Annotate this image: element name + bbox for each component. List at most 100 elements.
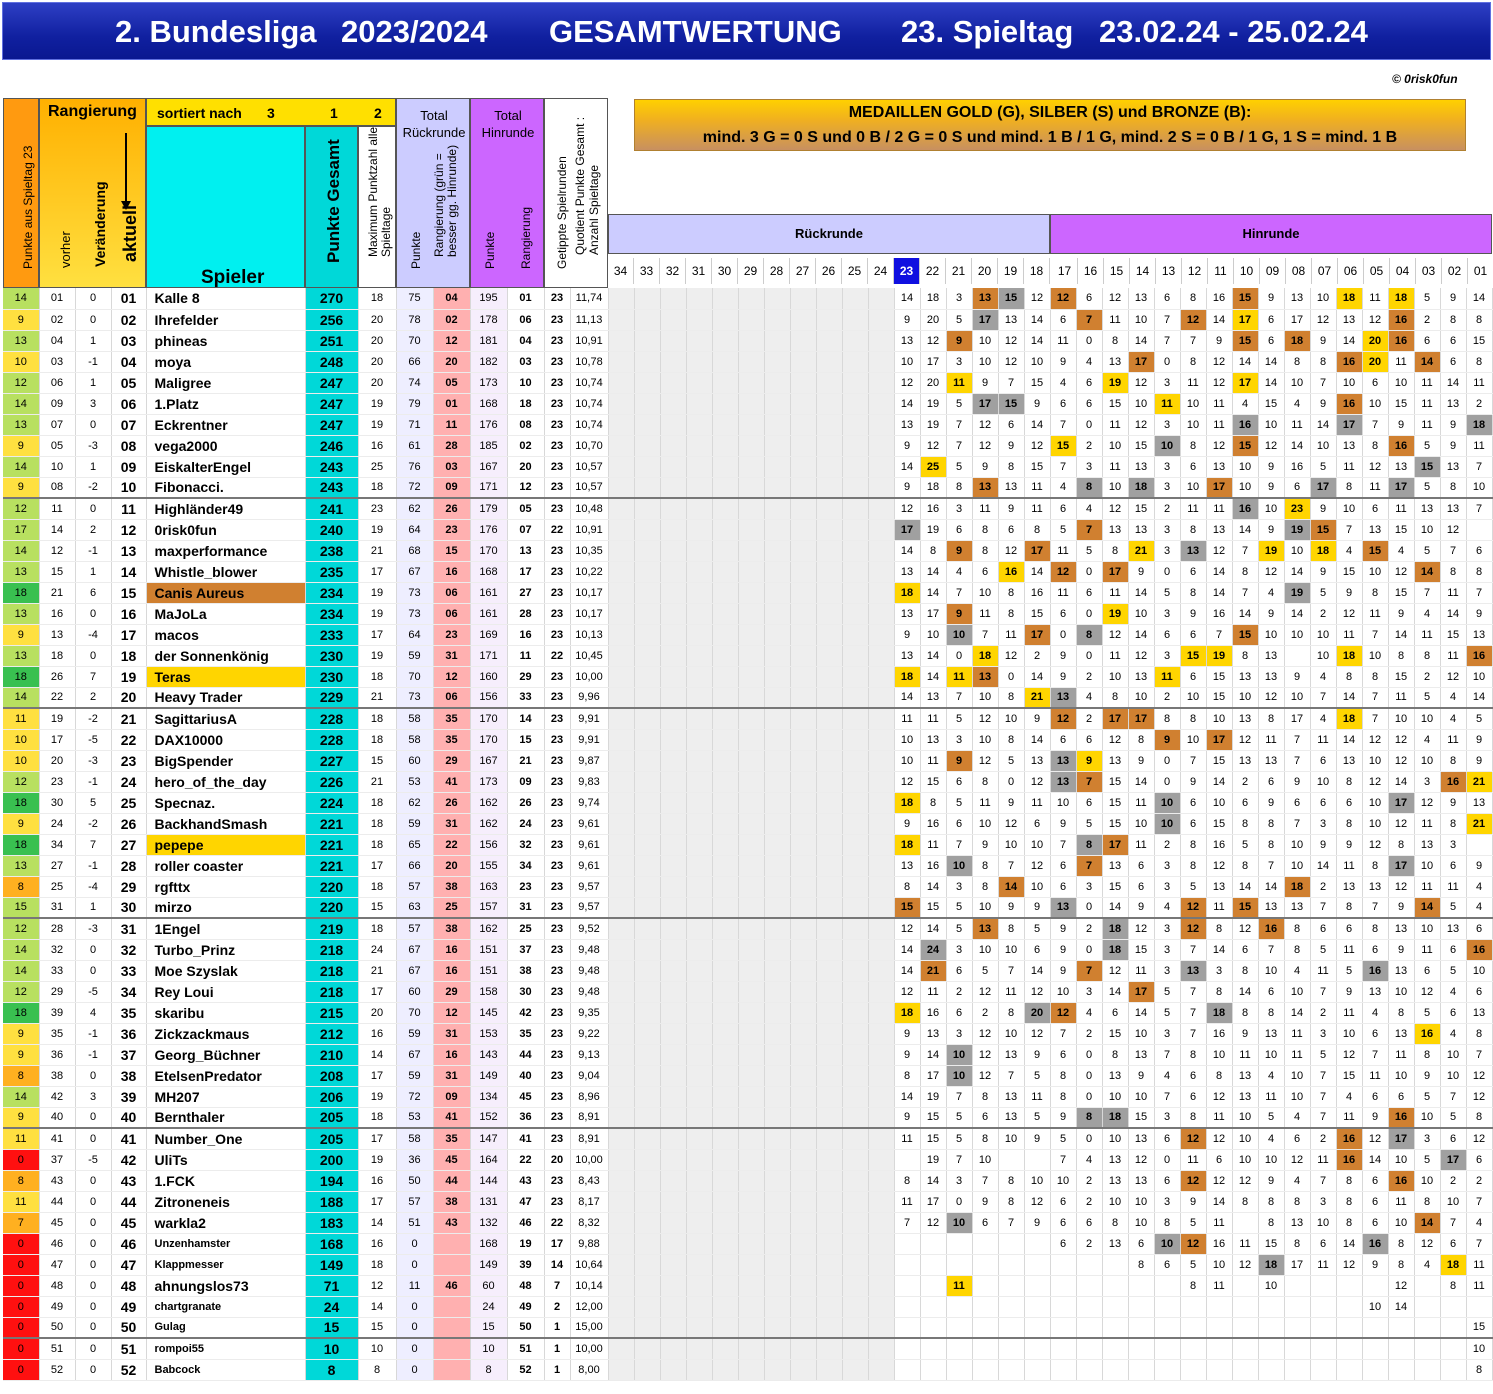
rr-points-cell: 65 [396,834,434,856]
matchday-points-cell: 12 [1466,1065,1493,1087]
matchday-points-cell [842,498,869,520]
matchday-points-cell: 14 [1206,309,1233,331]
matchday-points-cell [868,897,895,919]
played-cell: 23 [544,603,571,625]
matchday-points-cell: 2 [1024,645,1051,667]
matchday-points-cell [972,1317,999,1339]
hr-rank-cell: 28 [507,603,545,625]
matchday-points-cell [660,1233,687,1255]
matchday-points-cell [920,1296,947,1318]
change-cell: -3 [75,435,112,457]
matchday-points-cell: 12 [1466,1128,1493,1150]
matchday-points-cell: 10 [1154,435,1181,457]
matchday-points-cell: 9 [1024,393,1051,415]
matchday-points-cell [1362,1359,1389,1381]
matchday-points-cell [608,1296,635,1318]
matchday-points-cell [868,1086,895,1108]
matchday-points-cell: 15 [920,897,947,919]
matchday-points-cell: 12 [1336,603,1363,625]
quotient-cell: 10,91 [570,519,609,541]
matchday-points-cell [868,750,895,772]
hr-rank-cell: 23 [507,876,545,898]
played-cell: 23 [544,729,571,751]
matchday-points-cell [608,393,635,415]
rank-cell: 22 [111,729,147,751]
matchday-points-cell: 8 [1466,561,1493,583]
prev-rank-cell: 36 [39,1044,76,1066]
matchday-points-cell: 6 [1362,1191,1389,1213]
played-cell: 1 [544,1359,571,1381]
player-name: EiskalterEngel [146,456,306,478]
matchday-points-cell [790,981,817,1003]
pts-md-cell: 9 [3,624,40,646]
max-cell: 14 [358,1212,397,1234]
total-points-cell: 194 [305,1170,359,1192]
matchday-points-cell: 11 [1414,393,1441,415]
matchday-points-cell [738,1296,765,1318]
matchday-points-cell: 8 [1180,1107,1207,1129]
matchday-points-cell: 3 [1154,1191,1181,1213]
hr-points-cell: 170 [470,708,508,730]
matchday-points-cell: 3 [1154,414,1181,436]
matchday-points-cell [790,309,817,331]
matchday-points-cell: 6 [1362,1086,1389,1108]
matchday-points-cell: 9 [998,792,1025,814]
matchday-points-cell: 6 [998,414,1025,436]
matchday-points-cell: 12 [1102,624,1129,646]
matchday-points-cell [634,1296,661,1318]
total-points-cell: 233 [305,624,359,646]
matchday-points-cell [660,1275,687,1297]
matchday-points-cell: 6 [1180,561,1207,583]
matchday-points-cell: 6 [1362,1212,1389,1234]
header-rangierung: Rangierung vorher Veränderung aktuell [39,98,146,288]
matchday-points-cell: 8 [1128,729,1155,751]
matchday-header-21: 21 [946,258,972,284]
matchday-points-cell: 13 [1258,645,1285,667]
matchday-points-cell: 10 [1466,477,1493,499]
matchday-points-cell: 17 [1388,792,1415,814]
matchday-points-cell [634,1149,661,1171]
quotient-cell: 10,17 [570,603,609,625]
matchday-points-cell [1180,1296,1207,1318]
matchday-points-cell [764,477,791,499]
quotient-cell: 9,57 [570,897,609,919]
hr-rank-cell: 33 [507,687,545,709]
matchday-points-cell [1258,1338,1285,1360]
hr-points-cell: 151 [470,960,508,982]
standings-grid: 14 01 0 01 Kalle 8 270 18 75 04 195 01 23 11,74 14 18 3… [3,288,1493,1381]
matchday-points-cell [790,834,817,856]
matchday-points-cell [842,582,869,604]
matchday-points-cell [816,1149,843,1171]
played-cell: 23 [544,1044,571,1066]
matchday-points-cell: 14 [1414,351,1441,373]
matchday-points-cell [712,897,739,919]
matchday-points-cell [660,435,687,457]
table-row: 14 42 3 39 MH207 206 19 72 09 134 45 23 8,96 14 19 7 8 13… [3,1086,1493,1108]
matchday-points-cell: 11 [1362,477,1389,499]
rank-cell: 32 [111,939,147,961]
matchday-points-cell: 16 [1388,330,1415,352]
matchday-points-cell [660,1317,687,1339]
matchday-points-cell [738,540,765,562]
rr-rank-cell: 06 [433,582,471,604]
matchday-points-cell: 16 [1206,288,1233,310]
max-cell: 21 [358,771,397,793]
matchday-points-cell: 5 [1310,939,1337,961]
matchday-points-cell: 12 [1024,771,1051,793]
matchday-points-cell [712,1212,739,1234]
matchday-points-cell: 14 [1466,687,1493,709]
matchday-points-cell [660,477,687,499]
matchday-points-cell [712,1086,739,1108]
rr-rank-cell: 45 [433,1149,471,1171]
matchday-points-cell: 6 [1154,624,1181,646]
played-cell: 23 [544,1170,571,1192]
rank-cell: 14 [111,561,147,583]
header-total-hr-label: Total Hinrunde [481,108,535,140]
copyright: © 0risk0fun [1392,72,1458,86]
matchday-points-cell [1154,1338,1181,1360]
rr-points-cell: 59 [396,813,434,835]
change-cell: 0 [75,603,112,625]
prev-rank-cell: 17 [39,729,76,751]
matchday-points-cell: 6 [1466,1149,1493,1171]
matchday-points-cell [790,456,817,478]
